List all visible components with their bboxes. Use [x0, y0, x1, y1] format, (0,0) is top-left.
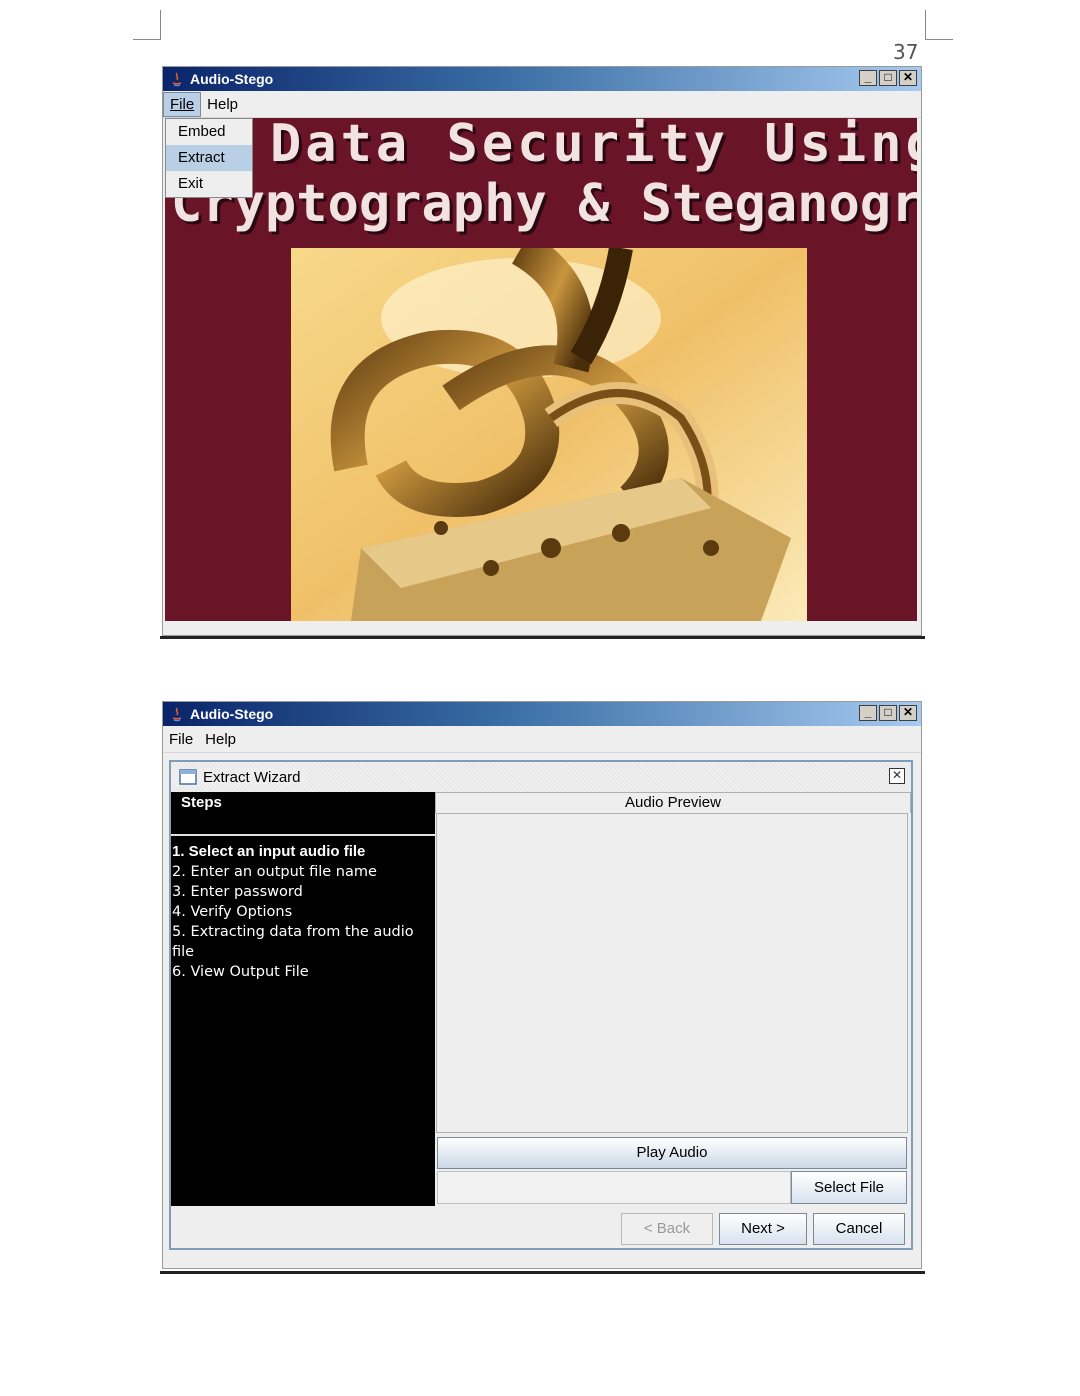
window2-bottom-rule [160, 1271, 925, 1274]
audio-preview-area [436, 813, 908, 1133]
wizard-frame-icon [179, 769, 197, 785]
step-item: 3. Enter password [172, 884, 303, 900]
menu-item-exit[interactable]: Exit [166, 171, 252, 197]
wizard-window: Audio-Stego _ □ ✕ File Help Extract Wiza… [162, 701, 922, 1269]
file-dropdown-menu: Embed Extract Exit [165, 118, 253, 198]
banner-title-line1: Data Security Using [270, 118, 917, 174]
step-item: 5. Extracting data from the audio file [172, 924, 414, 960]
java-app-icon [172, 707, 182, 722]
wizard-titlebar[interactable]: Extract Wizard ✕ [171, 762, 911, 792]
window-titlebar[interactable]: Audio-Stego _ □ ✕ [163, 702, 921, 726]
back-button[interactable]: < Back [621, 1213, 713, 1245]
menu-item-embed[interactable]: Embed [166, 119, 252, 145]
menu-help[interactable]: Help [201, 93, 244, 116]
close-icon[interactable]: ✕ [899, 705, 917, 721]
window-titlebar[interactable]: Audio-Stego _ □ ✕ [163, 67, 921, 91]
next-button[interactable]: Next > [719, 1213, 807, 1245]
selected-file-field[interactable] [437, 1171, 791, 1204]
menu-help[interactable]: Help [199, 728, 242, 751]
page-number: 37 [893, 40, 919, 64]
window-title: Audio-Stego [190, 706, 274, 722]
menu-help-label: Help [207, 95, 239, 113]
crop-mark-right-h [925, 39, 953, 40]
menu-file[interactable]: File [163, 91, 202, 117]
frame-close-icon[interactable]: ✕ [889, 768, 905, 784]
step-item: 6. View Output File [172, 964, 309, 980]
audio-preview-header: Audio Preview [435, 792, 911, 813]
play-audio-button[interactable]: Play Audio [437, 1137, 907, 1169]
minimize-icon[interactable]: _ [859, 705, 877, 721]
step-item: 2. Enter an output file name [172, 864, 377, 880]
step-item: 4. Verify Options [172, 904, 293, 920]
steps-header: Steps [171, 792, 435, 836]
wizard-title: Extract Wizard [203, 768, 301, 786]
menu-file[interactable]: File [163, 728, 199, 751]
window1-bottom-rule [160, 636, 925, 639]
minimize-icon[interactable]: _ [859, 70, 877, 86]
crop-mark-left-v [160, 10, 161, 40]
crop-mark-right-v [925, 10, 926, 40]
audio-preview-panel: Audio Preview Play Audio Select File [435, 792, 911, 1206]
window-title: Audio-Stego [190, 71, 274, 87]
step-item: 1. Select an input audio file [172, 843, 366, 860]
crop-mark-left-h [133, 39, 161, 40]
padlock-chain-photo [291, 248, 807, 621]
maximize-icon[interactable]: □ [879, 705, 897, 721]
steps-panel: Steps 1. Select an input audio file 2. E… [171, 792, 435, 1206]
menu-bar: File Help [163, 91, 921, 118]
maximize-icon[interactable]: □ [879, 70, 897, 86]
menu-file-label: File [169, 730, 194, 748]
java-app-icon [172, 72, 182, 87]
banner-image: Data Security Using Cryptography & Stega… [165, 118, 917, 621]
menu-file-label: File [170, 95, 195, 113]
menu-help-label: Help [205, 730, 237, 748]
menu-item-extract[interactable]: Extract [166, 145, 252, 171]
menu-bar: File Help [163, 726, 921, 753]
extract-wizard-frame: Extract Wizard ✕ Steps 1. Select an inpu… [169, 760, 913, 1250]
cancel-button[interactable]: Cancel [813, 1213, 905, 1245]
banner-title-line2: Cryptography & Steganography [171, 174, 917, 234]
select-file-button[interactable]: Select File [791, 1171, 907, 1204]
close-icon[interactable]: ✕ [899, 70, 917, 86]
main-window: Audio-Stego _ □ ✕ File Help Data Securit… [162, 66, 922, 636]
